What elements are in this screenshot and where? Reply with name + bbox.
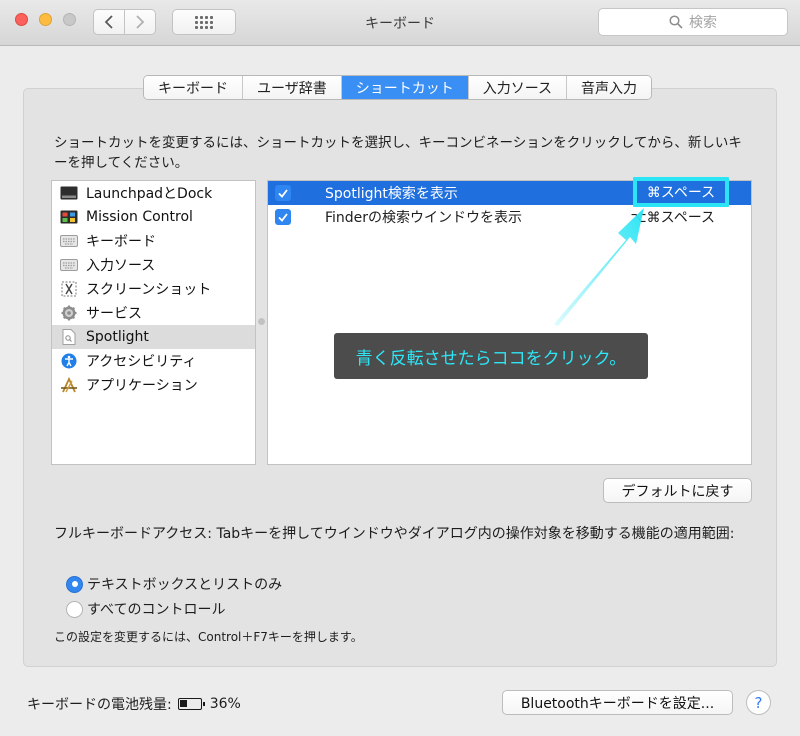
radio-button-selected[interactable] [66, 575, 83, 593]
category-launchpad-dock[interactable]: LaunchpadとDock [52, 181, 255, 205]
category-label: Mission Control [86, 209, 193, 225]
battery-level: 36% [209, 696, 241, 712]
category-label: アクセシビリティ [86, 354, 197, 370]
full-keyboard-access-description: フルキーボードアクセス: Tabキーを押してウインドウやダイアログ内の操作対象を… [54, 526, 735, 542]
category-label: LaunchpadとDock [86, 186, 213, 202]
gear-icon [60, 305, 78, 321]
tab-user-dictionary[interactable]: ユーザ辞書 [243, 76, 342, 99]
category-applications[interactable]: アプリケーション [52, 373, 255, 397]
help-button[interactable]: ? [746, 690, 771, 715]
tab-dictation[interactable]: 音声入力 [567, 76, 652, 99]
radio-button[interactable] [66, 600, 83, 618]
mission-control-icon [60, 209, 78, 225]
tab-input-sources[interactable]: 入力ソース [468, 76, 568, 99]
tab-shortcuts[interactable]: ショートカット [341, 76, 469, 99]
search-field[interactable]: 検索 [598, 8, 788, 36]
annotation-arrow-icon [554, 208, 644, 326]
control-f7-note: この設定を変更するには、Control＋F7キーを押します。 [54, 630, 363, 644]
category-input-sources[interactable]: 入力ソース [52, 253, 255, 277]
category-spotlight[interactable]: Spotlight [52, 325, 255, 349]
category-label: アプリケーション [86, 378, 198, 394]
keyboard-battery-status: キーボードの電池残量: 36% [27, 694, 241, 714]
keyboard-icon [60, 233, 78, 249]
checkmark-icon [278, 212, 288, 222]
shortcut-label: Spotlight検索を表示 [325, 186, 458, 202]
battery-label: キーボードの電池残量: [27, 697, 172, 713]
shortcut-label: Finderの検索ウインドウを表示 [325, 210, 523, 226]
battery-icon [177, 698, 205, 710]
radio-label: テキストボックスとリストのみ [87, 577, 283, 593]
category-label: 入力ソース [86, 258, 156, 274]
radio-text-boxes-lists[interactable]: テキストボックスとリストのみ [66, 574, 282, 594]
category-keyboard[interactable]: キーボード [52, 229, 255, 253]
accessibility-icon [60, 353, 78, 369]
checkmark-icon [278, 188, 288, 198]
category-label: キーボード [86, 234, 156, 250]
app-store-icon [60, 377, 78, 393]
shortcut-checkbox[interactable] [275, 209, 291, 225]
spotlight-icon [60, 329, 78, 345]
annotation-callout: 青く反転させたらココをクリック。 [334, 333, 648, 379]
radio-all-controls[interactable]: すべてのコントロール [66, 599, 225, 619]
category-mission-control[interactable]: Mission Control [52, 205, 255, 229]
keyboard-icon [60, 257, 78, 273]
tab-keyboard[interactable]: キーボード [144, 76, 243, 99]
search-placeholder: 検索 [689, 15, 717, 31]
instructions-text: ショートカットを変更するには、ショートカットを選択し、キーコンビネーションをクリ… [54, 135, 742, 171]
radio-label: すべてのコントロール [87, 602, 226, 618]
category-label: Spotlight [86, 329, 149, 345]
shortcut-checkbox[interactable] [275, 185, 291, 201]
category-label: サービス [86, 306, 142, 322]
shortcut-row-finder-search[interactable]: Finderの検索ウインドウを表示 ⌥⌘スペース [268, 205, 751, 229]
title-bar: キーボード 検索 [0, 0, 800, 46]
restore-defaults-button[interactable]: デフォルトに戻す [603, 478, 752, 503]
category-label: スクリーンショット [86, 282, 212, 298]
shortcut-list: Spotlight検索を表示 Finderの検索ウインドウを表示 ⌥⌘スペース [267, 180, 752, 465]
split-view-handle[interactable] [258, 318, 265, 325]
setup-bluetooth-keyboard-button[interactable]: Bluetoothキーボードを設定... [502, 690, 733, 715]
search-icon [669, 15, 683, 29]
category-screenshot[interactable]: スクリーンショット [52, 277, 255, 301]
category-accessibility[interactable]: アクセシビリティ [52, 349, 255, 373]
category-list: LaunchpadとDock Mission Control キーボード 入力ソ… [51, 180, 256, 465]
tab-bar: キーボード ユーザ辞書 ショートカット 入力ソース 音声入力 [143, 75, 653, 100]
category-services[interactable]: サービス [52, 301, 255, 325]
screenshot-icon [60, 281, 78, 297]
launchpad-icon [60, 185, 78, 201]
